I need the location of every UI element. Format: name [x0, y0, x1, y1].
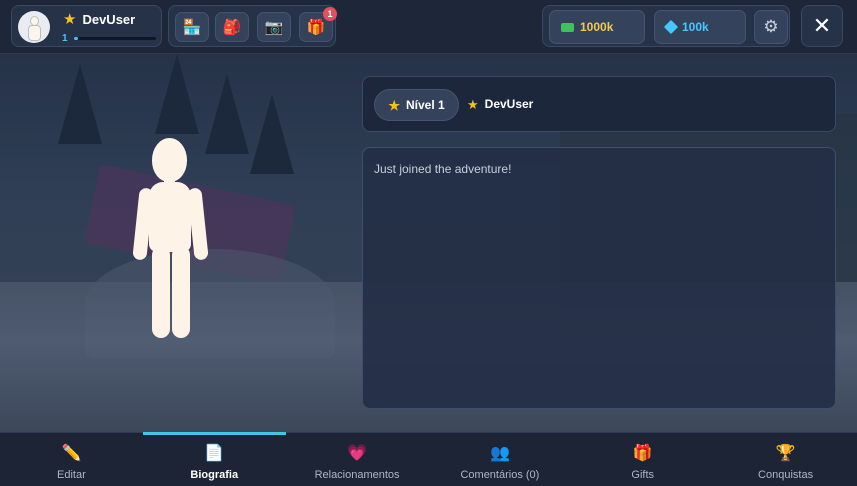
- notification-badge: 1: [323, 7, 337, 21]
- top-bar: ★ DevUser 1 🏪 🎒 📷 🎁 1 1000k 100k ⚙ ✕: [0, 0, 857, 54]
- gift-icon: 🎁: [306, 19, 326, 36]
- cash-amount: 1000k: [580, 20, 614, 34]
- avatar: [18, 11, 50, 43]
- star-icon: ★: [388, 97, 400, 113]
- shop-button[interactable]: 🏪: [175, 12, 209, 42]
- gift-icon: 🎁: [632, 445, 653, 462]
- tab-biografia[interactable]: 📄 Biografia: [142, 432, 286, 486]
- tab-label: Conquistas: [758, 469, 814, 481]
- tab-gifts[interactable]: 🎁 Gifts: [571, 433, 714, 486]
- cash-balance[interactable]: 1000k: [549, 10, 645, 44]
- document-icon: 📄: [204, 445, 225, 462]
- backpack-button[interactable]: 🎒: [215, 12, 249, 42]
- tab-editar[interactable]: ✏️ Editar: [0, 433, 143, 486]
- star-icon: ★: [63, 11, 77, 28]
- quick-actions: 🏪 🎒 📷 🎁 1: [168, 5, 337, 47]
- backpack-icon: 🎒: [222, 19, 242, 36]
- trophy-icon: 🏆: [775, 445, 796, 462]
- biography-text: Just joined the adventure!: [374, 162, 512, 176]
- tab-conquistas[interactable]: 🏆 Conquistas: [714, 433, 857, 486]
- close-icon: ✕: [812, 13, 832, 38]
- gems-amount: 100k: [682, 20, 709, 34]
- heart-icon: 💗: [347, 445, 368, 462]
- gift-button[interactable]: 🎁 1: [299, 7, 337, 42]
- profile-name: DevUser: [82, 12, 136, 27]
- tab-label: Comentários (0): [460, 469, 540, 481]
- character-avatar: [132, 138, 209, 342]
- gems-balance[interactable]: 100k: [654, 10, 746, 44]
- currency-card: 1000k 100k ⚙: [542, 5, 790, 47]
- xp-progress-bar: [74, 37, 156, 40]
- tab-bar: ✏️ Editar 📄 Biografia 💗 Relacionamentos …: [0, 432, 857, 486]
- level-label: Nível 1: [405, 98, 445, 112]
- profile-info-panel: ★ Nível 1 ★ DevUser: [362, 76, 836, 132]
- tab-label: Editar: [57, 469, 86, 481]
- level-number: 1: [62, 33, 68, 44]
- tab-label: Gifts: [631, 469, 655, 481]
- gem-icon: [663, 19, 679, 35]
- username: DevUser: [484, 97, 534, 111]
- close-button[interactable]: ✕: [801, 5, 843, 47]
- tab-label: Biografia: [190, 469, 239, 481]
- cash-icon: [561, 22, 574, 32]
- profile-card[interactable]: ★ DevUser 1: [11, 5, 162, 47]
- users-icon: 👥: [489, 445, 510, 462]
- tab-label: Relacionamentos: [314, 469, 400, 481]
- tab-comentarios[interactable]: 👥 Comentários (0): [428, 433, 571, 486]
- tab-relacionamentos[interactable]: 💗 Relacionamentos: [286, 433, 429, 486]
- star-icon: ★: [467, 96, 479, 112]
- shop-icon: 🏪: [182, 19, 202, 36]
- camera-button[interactable]: 📷: [257, 12, 291, 42]
- biography-panel: Just joined the adventure!: [362, 147, 836, 409]
- level-badge: ★ Nível 1: [374, 89, 459, 121]
- gear-icon: ⚙: [763, 17, 779, 36]
- settings-button[interactable]: ⚙: [754, 10, 788, 44]
- pencil-icon: ✏️: [61, 445, 82, 462]
- camera-icon: 📷: [264, 19, 284, 36]
